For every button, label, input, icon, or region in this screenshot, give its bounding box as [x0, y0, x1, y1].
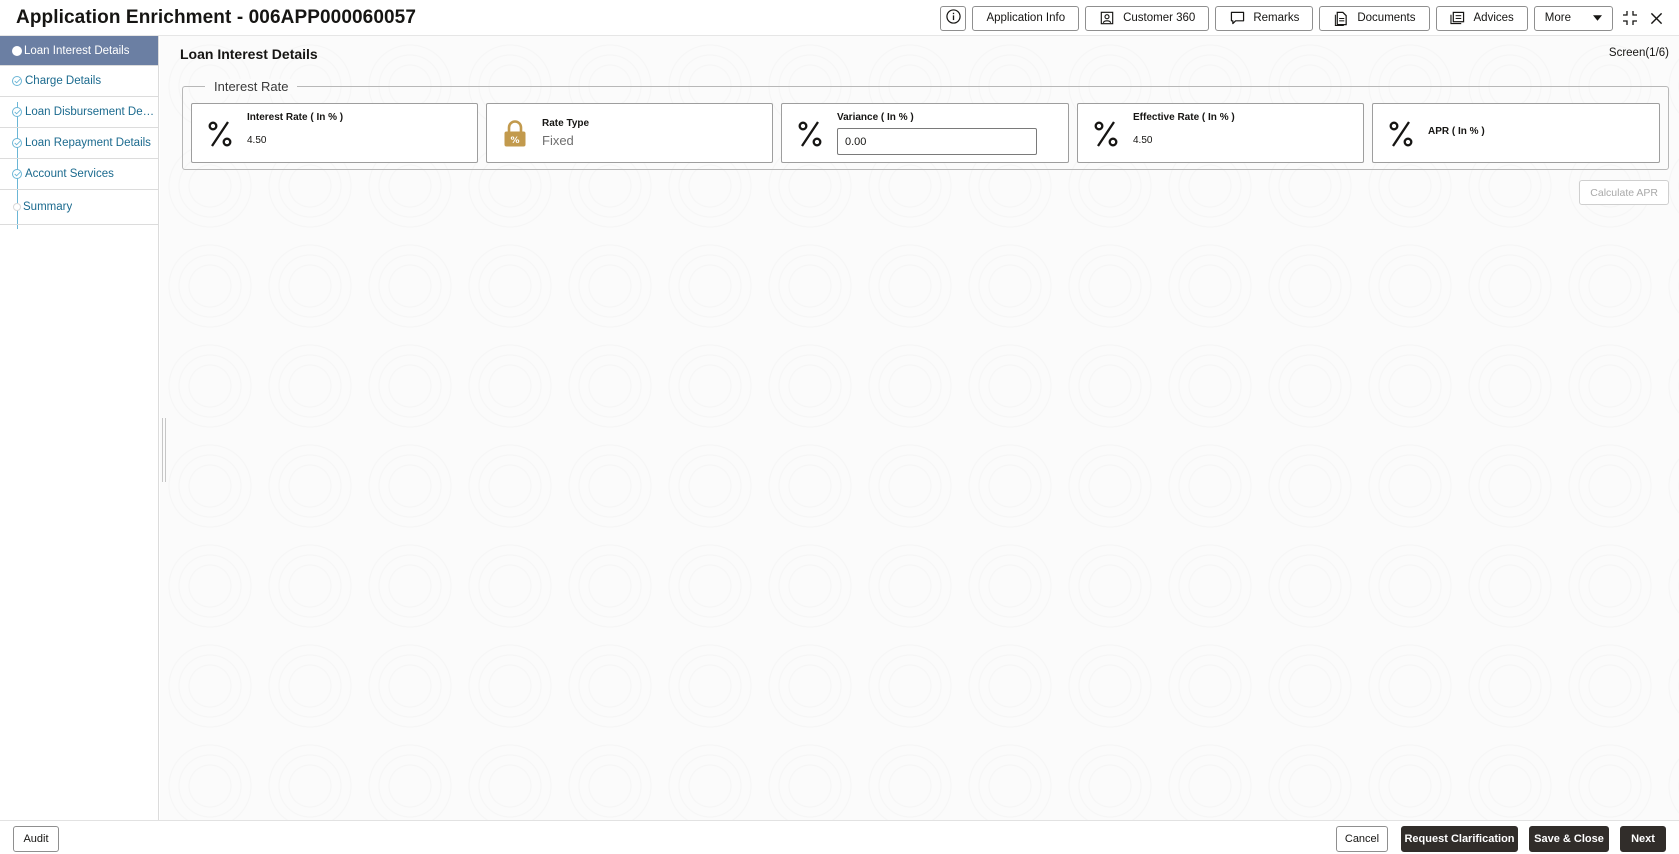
effective-rate-tile: Effective Rate ( In % ) 4.50	[1077, 103, 1364, 163]
next-button[interactable]: Next	[1620, 826, 1666, 852]
info-icon	[946, 9, 961, 27]
sidebar-item-loan-repayment-details[interactable]: Loan Repayment Details	[0, 128, 158, 159]
cancel-button[interactable]: Cancel	[1336, 826, 1388, 852]
check-circle-icon	[12, 107, 22, 117]
active-step-icon	[12, 45, 22, 56]
interest-rate-value: 4.50	[247, 135, 267, 146]
percent-icon	[1387, 116, 1415, 152]
sidebar-item-label: Loan Disbursement Details	[25, 106, 155, 118]
remarks-button[interactable]: Remarks	[1215, 5, 1314, 31]
lock-icon: %	[501, 116, 529, 152]
percent-icon	[206, 116, 234, 152]
sidebar-item-label: Summary	[23, 201, 73, 213]
customer-360-label: Customer 360	[1123, 12, 1196, 24]
apr-tile: APR ( In % )	[1372, 103, 1660, 163]
effective-rate-value: 4.50	[1133, 135, 1153, 146]
variance-tile: Variance ( In % )	[781, 103, 1069, 163]
more-label: More	[1544, 12, 1571, 24]
save-close-button[interactable]: Save & Close	[1529, 826, 1609, 852]
header-actions: Application Info Customer 360 Remarks Do…	[940, 5, 1679, 31]
panel-resize-handle[interactable]	[162, 418, 166, 482]
calculate-apr-button[interactable]: Calculate APR	[1579, 180, 1669, 205]
advices-label: Advices	[1473, 12, 1514, 24]
apr-label: APR ( In % )	[1428, 126, 1485, 137]
application-info-button[interactable]: Application Info	[972, 5, 1080, 31]
percent-icon	[796, 116, 824, 152]
page-title: Application Enrichment - 006APP000060057	[16, 7, 416, 28]
documents-label: Documents	[1357, 12, 1416, 24]
sidebar-item-label: Loan Repayment Details	[25, 137, 151, 149]
check-circle-icon	[12, 138, 22, 148]
caret-down-icon	[1593, 13, 1602, 23]
sidebar-item-account-services[interactable]: Account Services	[0, 159, 158, 190]
interest-rate-group: Interest Rate Interest Rate ( In % ) 4.5…	[182, 79, 1669, 170]
comment-icon	[1229, 10, 1245, 26]
sidebar-item-label: Loan Interest Details	[24, 44, 130, 57]
advices-icon	[1450, 10, 1466, 26]
request-clarification-button[interactable]: Request Clarification	[1401, 826, 1518, 852]
svg-text:%: %	[510, 136, 519, 146]
remarks-label: Remarks	[1253, 12, 1300, 24]
variance-input[interactable]	[837, 128, 1037, 155]
variance-label: Variance ( In % )	[837, 112, 914, 123]
sidebar-item-label: Charge Details	[25, 75, 102, 87]
rate-type-value: Fixed	[542, 133, 574, 148]
percent-icon	[1092, 116, 1120, 152]
customer-360-button[interactable]: Customer 360	[1085, 5, 1210, 31]
footer-bar: Audit Cancel Request Clarification Save …	[0, 820, 1679, 854]
effective-rate-label: Effective Rate ( In % )	[1133, 112, 1235, 123]
section-title: Loan Interest Details	[180, 46, 318, 62]
interest-rate-legend: Interest Rate	[205, 79, 298, 94]
rate-type-label: Rate Type	[542, 118, 590, 129]
check-circle-icon	[12, 169, 22, 179]
info-button[interactable]	[940, 5, 967, 31]
sidebar-item-charge-details[interactable]: Charge Details	[0, 66, 158, 97]
main-content: Loan Interest Details Screen(1/6) Intere…	[160, 36, 1679, 820]
step-sidebar: Loan Interest Details Charge Details Loa…	[0, 36, 159, 820]
user-card-icon	[1099, 10, 1115, 26]
interest-rate-tile: Interest Rate ( In % ) 4.50	[191, 103, 478, 163]
app-header: Application Enrichment - 006APP000060057…	[0, 0, 1679, 36]
documents-button[interactable]: Documents	[1319, 5, 1430, 31]
maximize-icon[interactable]	[1619, 7, 1641, 29]
close-icon[interactable]	[1645, 7, 1667, 29]
sidebar-item-label: Account Services	[25, 168, 114, 180]
application-info-label: Application Info	[986, 12, 1066, 24]
advices-button[interactable]: Advices	[1435, 5, 1528, 31]
sidebar-item-loan-disbursement-details[interactable]: Loan Disbursement Details	[0, 97, 158, 128]
sidebar-item-summary[interactable]: Summary	[0, 190, 158, 225]
sidebar-item-loan-interest-details[interactable]: Loan Interest Details	[0, 36, 158, 66]
screen-counter: Screen(1/6)	[1608, 47, 1669, 59]
interest-rate-label: Interest Rate ( In % )	[247, 112, 344, 123]
rate-type-tile: % Rate Type Fixed	[486, 103, 773, 163]
audit-button[interactable]: Audit	[13, 826, 59, 852]
document-icon	[1333, 10, 1349, 26]
check-circle-icon	[12, 76, 22, 86]
more-dropdown-button[interactable]: More	[1533, 5, 1613, 31]
pending-step-icon	[13, 203, 21, 211]
